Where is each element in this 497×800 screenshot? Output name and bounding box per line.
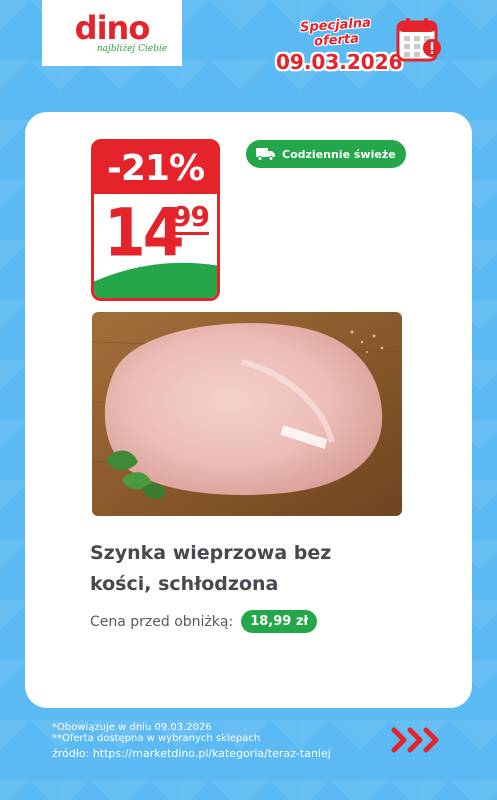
previous-price-value: 18,99 zł [241,610,318,633]
previous-price-label: Cena przed obniżką: [90,613,234,630]
source-link[interactable]: źródło: https://marketdino.pl/kategoria/… [52,748,331,759]
product-name: Szynka wieprzowa bez kości, schłodzona [90,542,332,595]
triple-chevron-right-icon[interactable] [390,726,446,754]
special-offer-header: Specjalna oferta 09.03.2026 [276,16,403,74]
badge-label: Codziennie świeże [282,147,396,161]
calendar-alert-icon [396,18,441,62]
daily-fresh-badge: Codziennie świeże [246,140,406,168]
footnotes: *Obowiązuje w dniu 09.03.2026 **Oferta d… [52,722,331,759]
footnote-availability: **Oferta dostępna w wybranych sklepach [52,733,261,744]
price-wave-decoration [94,259,217,298]
offer-label: Specjalna oferta [299,15,372,50]
price-main: 14 99 [94,194,217,298]
offer-date: 09.03.2026 [276,50,403,74]
price-decimal: 99 [172,200,210,235]
logo-tagline: najbliżej Ciebie [96,43,168,54]
footnote-validity: *Obowiązuje w dniu 09.03.2026 [52,722,212,733]
previous-price-row: Cena przed obniżką: 18,99 zł [90,610,318,633]
product-image [92,312,402,516]
discount-label: -21% [94,142,217,194]
price-tag: -21% 14 99 [91,139,220,301]
logo-wordmark: dino [74,8,151,47]
dino-logo[interactable]: dino najbliżej Ciebie [42,0,182,66]
delivery-truck-icon [256,148,275,161]
